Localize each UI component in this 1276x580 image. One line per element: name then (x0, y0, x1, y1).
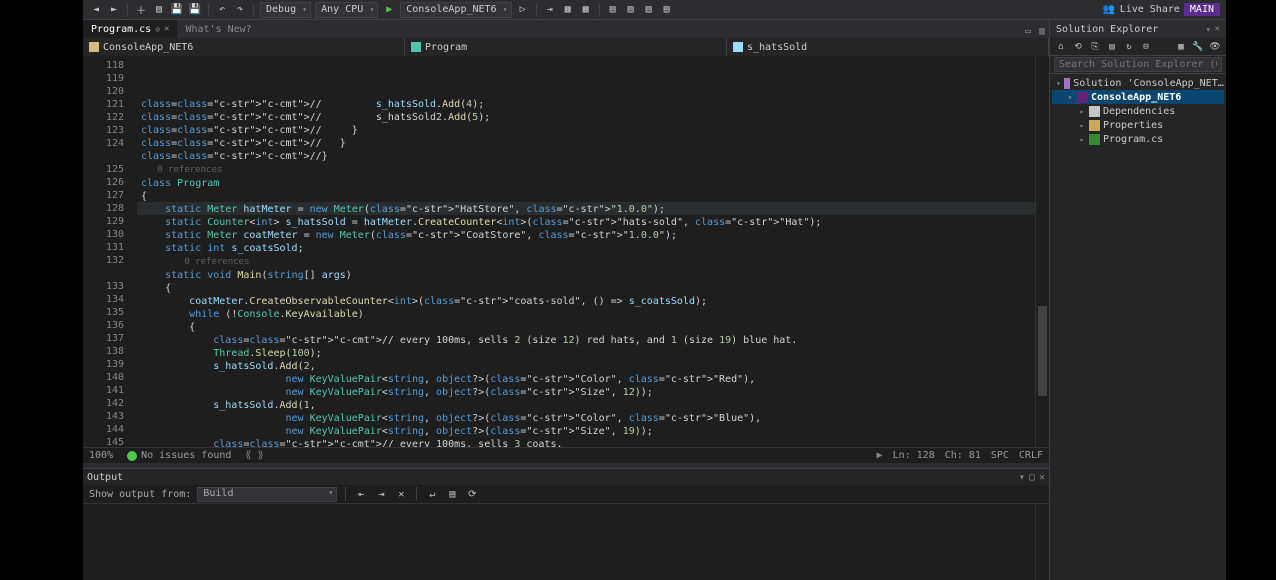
tab-label: What's New? (185, 24, 251, 35)
config-combo[interactable]: Debug (260, 2, 311, 18)
tool6-icon[interactable]: ▤ (660, 3, 674, 17)
liveshare-label[interactable]: Live Share (1120, 4, 1180, 15)
step-icon[interactable]: ⇥ (543, 3, 557, 17)
class-icon (411, 42, 421, 52)
eol-label[interactable]: CRLF (1019, 450, 1043, 461)
sx-view-icon[interactable]: ▤ (1105, 40, 1119, 54)
sx-program-cs-node[interactable]: ▸Program.cs (1052, 132, 1224, 146)
platform-combo[interactable]: Any CPU (315, 2, 378, 18)
show-output-label: Show output from: (89, 489, 191, 500)
nav-namespace[interactable]: ConsoleApp_NET6 (83, 38, 405, 56)
error-nav-icon[interactable]: ⟪ ⟫ (245, 450, 263, 461)
saveall-icon[interactable]: 💾 (188, 3, 202, 17)
startup-combo[interactable]: ConsoleApp_NET6 (400, 2, 511, 18)
code-editor[interactable]: 118119120121122123124 125126127128129130… (83, 56, 1049, 447)
navigation-bar: ConsoleApp_NET6 Program s_hatsSold (83, 38, 1049, 56)
nav-back-icon[interactable]: ◄ (89, 3, 103, 17)
csharp-file-icon (1089, 134, 1100, 145)
indent-label[interactable]: SPC (991, 450, 1009, 461)
zoom-level[interactable]: 100% (89, 450, 113, 461)
sx-drop-icon[interactable]: ▾ (1206, 25, 1211, 34)
sx-solution-node[interactable]: ▾Solution 'ConsoleApp_NET6' (1 of 1 proj… (1052, 76, 1224, 90)
ch-label[interactable]: Ch: 81 (945, 450, 981, 461)
out-wrap-icon[interactable]: ↵ (425, 487, 439, 501)
output-text[interactable] (83, 503, 1049, 580)
issues-label[interactable]: No issues found (141, 450, 231, 461)
tab-program-cs[interactable]: Program.cs ⊙ ✕ (83, 20, 177, 38)
sx-collapse-icon[interactable]: ⊟ (1139, 40, 1153, 54)
project-icon (1077, 92, 1088, 103)
output-panel: Output ▾ ▢ ✕ Show output from: Build ⇤ ⇥… (83, 468, 1049, 580)
sx-tree[interactable]: ▾Solution 'ConsoleApp_NET6' (1 of 1 proj… (1050, 74, 1226, 580)
sx-title-label: Solution Explorer (1056, 24, 1158, 35)
document-tab-well: Program.cs ⊙ ✕ What's New? ▭ ▥ (83, 20, 1049, 38)
dependencies-icon (1089, 106, 1100, 117)
nav-fwd-icon[interactable]: ► (107, 3, 121, 17)
tab-whatsnew[interactable]: What's New? (177, 20, 259, 38)
tool3-icon[interactable]: ▤ (606, 3, 620, 17)
out-tool-icon[interactable]: ⟳ (465, 487, 479, 501)
sx-sync-icon[interactable]: ⟲ (1071, 40, 1085, 54)
liveshare-icon[interactable]: 👥 (1102, 3, 1116, 17)
check-icon (127, 451, 137, 461)
open-icon[interactable]: ▤ (152, 3, 166, 17)
output-title[interactable]: Output (87, 472, 123, 483)
sx-preview-icon[interactable]: 👁 (1208, 40, 1222, 54)
sx-pin-icon[interactable]: ⎘ (1088, 40, 1102, 54)
sx-search-input[interactable] (1054, 57, 1222, 72)
output-scrollbar[interactable] (1035, 504, 1049, 580)
out-prev-icon[interactable]: ⇤ (354, 487, 368, 501)
caret-pos-nav[interactable]: ▶ (877, 450, 883, 461)
sx-prop-icon[interactable]: 🔧 (1191, 40, 1205, 54)
new-icon[interactable]: ＋ (134, 3, 148, 17)
sx-home-icon[interactable]: ⌂ (1054, 40, 1068, 54)
tab-label: Program.cs (91, 24, 151, 35)
start-icon[interactable]: ▶ (382, 3, 396, 17)
tool4-icon[interactable]: ▤ (624, 3, 638, 17)
close-icon[interactable]: ✕ (164, 24, 169, 34)
panel-pin-icon[interactable]: ▢ (1029, 472, 1035, 483)
sx-refresh-icon[interactable]: ↻ (1122, 40, 1136, 54)
preview-icon[interactable]: ▭ (1021, 24, 1035, 38)
outlining-margin[interactable] (127, 56, 137, 447)
sx-toolbar: ⌂ ⟲ ⎘ ▤ ↻ ⊟ ▦ 🔧 👁 (1050, 38, 1226, 56)
properties-icon (1089, 120, 1100, 131)
editor-scrollbar[interactable] (1035, 56, 1049, 447)
sx-close-icon[interactable]: ✕ (1215, 24, 1220, 34)
save-icon[interactable]: 💾 (170, 3, 184, 17)
window-split-icon[interactable]: ▥ (1035, 24, 1049, 38)
tool-icon[interactable]: ▦ (561, 3, 575, 17)
tool2-icon[interactable]: ▦ (579, 3, 593, 17)
nav-member[interactable]: s_hatsSold (727, 38, 1049, 56)
sx-showall-icon[interactable]: ▦ (1174, 40, 1188, 54)
tool5-icon[interactable]: ▤ (642, 3, 656, 17)
main-toolbar: ◄ ► ＋ ▤ 💾 💾 ↶ ↷ Debug Any CPU ▶ ConsoleA… (83, 0, 1226, 20)
start-noattach-icon[interactable]: ▷ (516, 3, 530, 17)
solution-icon (1064, 78, 1070, 89)
namespace-icon (89, 42, 99, 52)
out-clear-icon[interactable]: ✕ (394, 487, 408, 501)
undo-icon[interactable]: ↶ (215, 3, 229, 17)
ln-label[interactable]: Ln: 128 (893, 450, 935, 461)
output-source-combo[interactable]: Build (197, 487, 337, 502)
field-icon (733, 42, 743, 52)
redo-icon[interactable]: ↷ (233, 3, 247, 17)
ide-window: ◄ ► ＋ ▤ 💾 💾 ↶ ↷ Debug Any CPU ▶ ConsoleA… (83, 0, 1226, 580)
nav-class[interactable]: Program (405, 38, 727, 56)
code-surface[interactable]: class=class="c-str">"c-cmt">// s_hatsSol… (137, 56, 1035, 447)
panel-close-icon[interactable]: ✕ (1039, 472, 1045, 483)
out-next-icon[interactable]: ⇥ (374, 487, 388, 501)
line-number-gutter: 118119120121122123124 125126127128129130… (83, 56, 127, 447)
sx-properties-node[interactable]: ▸Properties (1052, 118, 1224, 132)
sx-dependencies-node[interactable]: ▸Dependencies (1052, 104, 1224, 118)
pin-icon[interactable]: ⊙ (155, 25, 160, 34)
solution-explorer: Solution Explorer ▾ ✕ ⌂ ⟲ ⎘ ▤ ↻ ⊟ ▦ 🔧 👁 (1049, 20, 1226, 580)
sx-project-node[interactable]: ▾ConsoleApp_NET6 (1052, 90, 1224, 104)
editor-status-bar: 100% No issues found ⟪ ⟫ ▶ Ln: 128 Ch: 8… (83, 447, 1049, 463)
panel-dropdown-icon[interactable]: ▾ (1019, 472, 1025, 483)
out-copy-icon[interactable]: ▤ (445, 487, 459, 501)
account-badge[interactable]: MAIN (1184, 3, 1220, 16)
